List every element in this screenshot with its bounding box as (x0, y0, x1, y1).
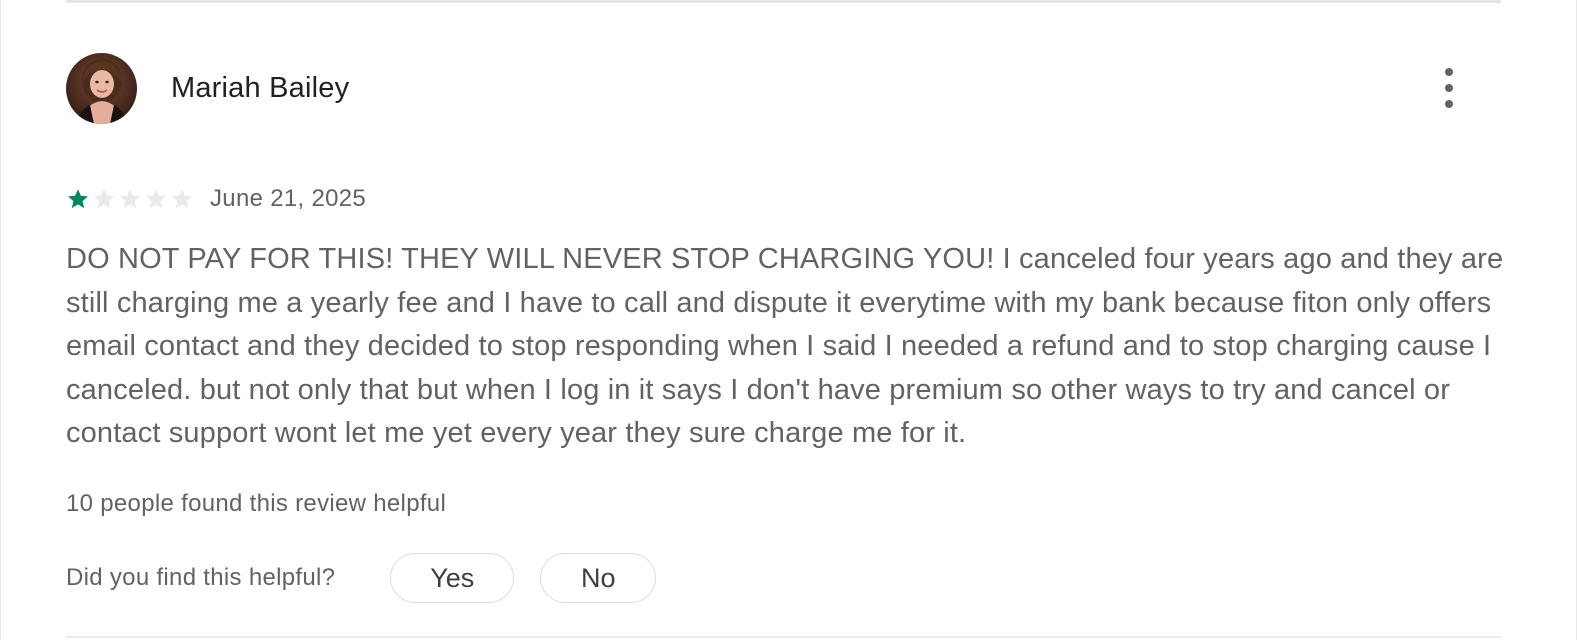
star-filled-icon (68, 189, 88, 209)
bottom-divider (66, 636, 1501, 638)
star-empty-icon (146, 189, 166, 209)
star-empty-icon (94, 189, 114, 209)
yes-button[interactable]: Yes (390, 553, 515, 603)
helpful-question: Did you find this helpful? (66, 564, 336, 591)
more-vert-icon (1445, 68, 1453, 76)
helpful-feedback: Did you find this helpful? Yes No (66, 552, 657, 604)
review-date: June 21, 2025 (210, 185, 367, 212)
star-empty-icon (172, 189, 192, 209)
no-button[interactable]: No (540, 553, 657, 603)
review-text: DO NOT PAY FOR THIS! THEY WILL NEVER STO… (66, 243, 1504, 450)
review-meta: June 21, 2025 (66, 182, 366, 216)
top-divider (66, 0, 1501, 3)
star-empty-icon (120, 189, 140, 209)
more-vert-icon-dot (1445, 100, 1453, 108)
star-rating (66, 187, 194, 211)
review-header: Mariah Bailey (66, 52, 1466, 124)
more-vert-icon-dot (1445, 84, 1453, 92)
more-options-button[interactable] (1436, 68, 1462, 108)
reviewer-name: Mariah Bailey (171, 71, 350, 104)
avatar (66, 52, 137, 124)
helpful-count: 10 people found this review helpful (66, 490, 447, 517)
